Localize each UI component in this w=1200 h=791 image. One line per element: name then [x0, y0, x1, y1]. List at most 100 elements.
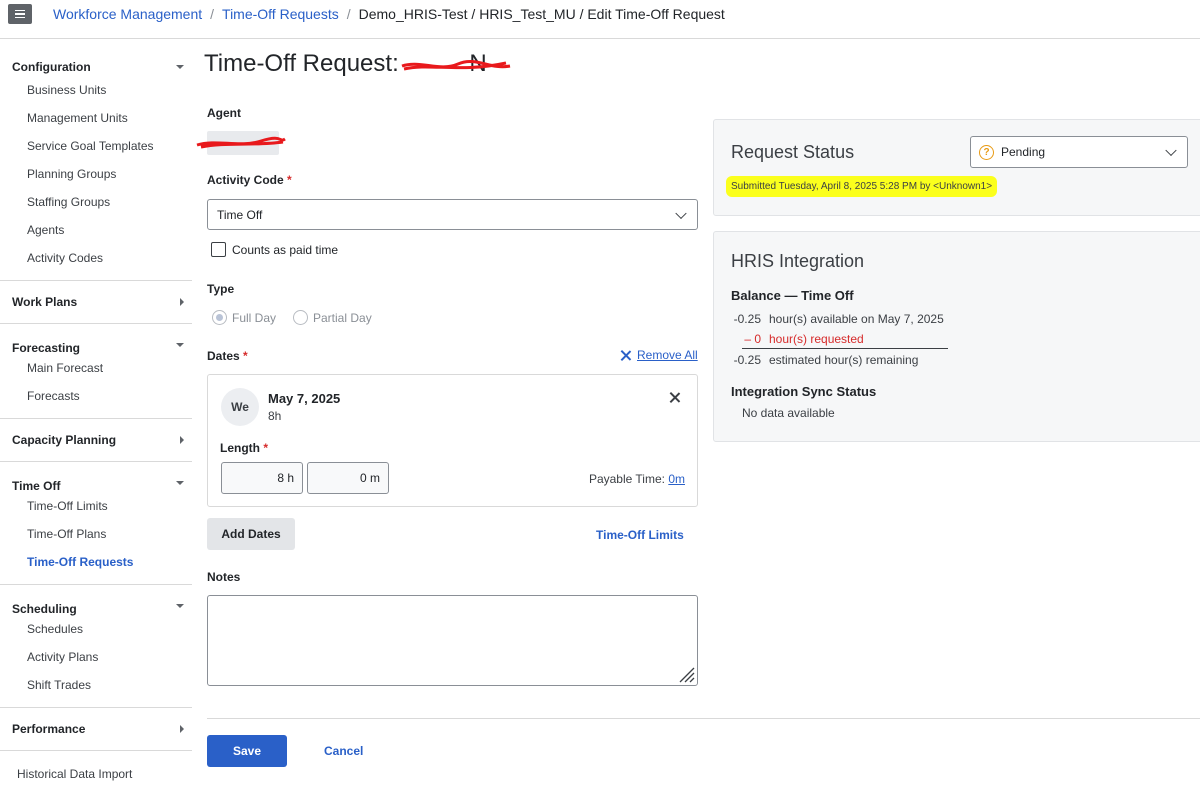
sidebar-item-staffing-groups[interactable]: Staffing Groups [0, 188, 192, 216]
hamburger-menu-icon[interactable] [8, 4, 32, 24]
request-status-panel: Request Status ? Pending Submitted Tuesd… [713, 119, 1200, 216]
sidebar-header-label: Performance [12, 722, 86, 736]
notes-textarea[interactable] [207, 595, 698, 686]
activity-code-label-text: Activity Code [207, 173, 284, 187]
balance-text: hour(s) requested [769, 332, 864, 346]
sidebar-header-label: Time Off [12, 479, 61, 493]
sidebar-section-historical-import: Historical Data Import [0, 751, 192, 791]
footer-divider [207, 718, 1200, 719]
add-dates-button[interactable]: Add Dates [207, 518, 295, 550]
length-label-text: Length [220, 441, 260, 455]
question-circle-icon: ? [979, 144, 994, 160]
sidebar-item-time-off-plans[interactable]: Time-Off Plans [0, 520, 192, 548]
balance-text: hour(s) available on May 7, 2025 [769, 312, 944, 326]
dates-label: Dates * [207, 349, 248, 363]
sidebar-item-activity-plans[interactable]: Activity Plans [0, 643, 192, 671]
breadcrumb-current: Demo_HRIS-Test / HRIS_Test_MU / Edit Tim… [358, 6, 725, 22]
breadcrumb-time-off-requests[interactable]: Time-Off Requests [222, 6, 339, 22]
counts-paid-row: Counts as paid time [211, 242, 338, 257]
hours-input[interactable]: 8 h [221, 462, 303, 494]
payable-time-link[interactable]: 0m [668, 472, 685, 486]
length-label: Length * [220, 441, 268, 455]
hris-title: HRIS Integration [731, 251, 865, 271]
required-asterisk: * [263, 441, 269, 455]
sidebar-header-label: Capacity Planning [12, 433, 117, 447]
sidebar: Configuration Business Units Management … [0, 50, 192, 791]
balance-number: – 0 [744, 332, 761, 346]
remove-all-label: Remove All [637, 348, 698, 362]
sidebar-header-time-off[interactable]: Time Off [0, 462, 192, 504]
sidebar-item-time-off-requests[interactable]: Time-Off Requests [0, 548, 192, 576]
caret-down-icon [176, 481, 184, 485]
sidebar-item-planning-groups[interactable]: Planning Groups [0, 160, 192, 188]
counts-paid-label: Counts as paid time [232, 242, 339, 257]
caret-right-icon [180, 298, 184, 306]
sidebar-header-configuration[interactable]: Configuration [0, 50, 192, 84]
chevron-down-icon [675, 207, 687, 219]
sidebar-section-forecasting: Forecasting Main Forecast Forecasts [0, 324, 192, 419]
activity-code-label: Activity Code * [207, 173, 292, 187]
partial-day-label: Partial Day [313, 310, 372, 325]
balance-number: -0.25 [733, 353, 761, 367]
sync-status-value: No data available [742, 406, 835, 420]
submitted-info: Submitted Tuesday, April 8, 2025 5:28 PM… [726, 176, 998, 197]
balance-row-remaining: -0.25 estimated hour(s) remaining [731, 353, 919, 367]
balance-title: Balance — Time Off [731, 288, 854, 303]
sidebar-item-activity-codes[interactable]: Activity Codes [0, 244, 192, 272]
balance-divider [742, 348, 948, 349]
required-asterisk: * [287, 173, 292, 187]
sidebar-header-label: Configuration [12, 60, 91, 74]
payable-time-label: Payable Time: [588, 472, 665, 486]
sidebar-header-forecasting[interactable]: Forecasting [0, 324, 192, 366]
sidebar-header-capacity-planning[interactable]: Capacity Planning [0, 419, 192, 461]
date-card: We May 7, 2025 8h Length * 8 h 0 m Payab… [207, 374, 698, 507]
sidebar-header-work-plans[interactable]: Work Plans [0, 281, 192, 323]
page-title-text: Time-Off Request: [204, 50, 406, 77]
date-value: May 7, 2025 [268, 391, 341, 406]
notes-label: Notes [207, 570, 241, 584]
cancel-button[interactable]: Cancel [324, 744, 363, 758]
minutes-input[interactable]: 0 m [307, 462, 389, 494]
resize-handle-icon[interactable] [675, 663, 695, 683]
time-off-limits-link[interactable]: Time-Off Limits [596, 528, 684, 542]
balance-text: estimated hour(s) remaining [769, 353, 919, 367]
chevron-down-icon [1165, 144, 1177, 157]
sidebar-header-performance[interactable]: Performance [0, 708, 192, 750]
sidebar-item-historical-data-import[interactable]: Historical Data Import [0, 751, 192, 791]
breadcrumb-separator: / [210, 6, 215, 22]
sidebar-item-management-units[interactable]: Management Units [0, 104, 192, 132]
top-bar: Workforce Management / Time-Off Requests… [0, 0, 1200, 39]
sidebar-item-shift-trades[interactable]: Shift Trades [0, 671, 192, 699]
sidebar-item-agents[interactable]: Agents [0, 216, 192, 244]
sidebar-section-work-plans: Work Plans [0, 281, 192, 324]
activity-code-select[interactable]: Time Off [207, 199, 698, 230]
hris-integration-panel: HRIS Integration Balance — Time Off -0.2… [713, 231, 1200, 442]
balance-number: -0.25 [733, 312, 761, 326]
counts-paid-checkbox[interactable] [211, 242, 226, 257]
sidebar-header-label: Forecasting [12, 341, 81, 355]
remove-all-link[interactable]: Remove All [620, 348, 698, 362]
type-label: Type [207, 282, 235, 296]
caret-down-icon [176, 65, 184, 69]
status-select[interactable]: ? Pending [970, 136, 1188, 168]
close-icon [620, 350, 631, 361]
sidebar-item-forecasts[interactable]: Forecasts [0, 382, 192, 410]
type-option-partial-day[interactable]: Partial Day [293, 310, 372, 325]
close-icon[interactable] [669, 392, 680, 403]
caret-right-icon [180, 436, 184, 444]
breadcrumb-workforce-management[interactable]: Workforce Management [53, 6, 202, 22]
full-day-radio[interactable] [212, 310, 227, 325]
type-option-full-day[interactable]: Full Day [212, 310, 276, 325]
date-duration: 8h [268, 409, 282, 423]
dates-label-text: Dates [207, 349, 240, 363]
sidebar-section-performance: Performance [0, 708, 192, 751]
sidebar-header-scheduling[interactable]: Scheduling [0, 585, 192, 627]
caret-down-icon [176, 604, 184, 608]
required-asterisk: * [243, 349, 248, 363]
sidebar-item-service-goal-templates[interactable]: Service Goal Templates [0, 132, 192, 160]
breadcrumb-separator: / [346, 6, 351, 22]
sidebar-header-label: Scheduling [12, 602, 77, 616]
save-button[interactable]: Save [207, 735, 287, 767]
balance-row-requested: – 0 hour(s) requested [731, 332, 864, 346]
partial-day-radio[interactable] [293, 310, 308, 325]
